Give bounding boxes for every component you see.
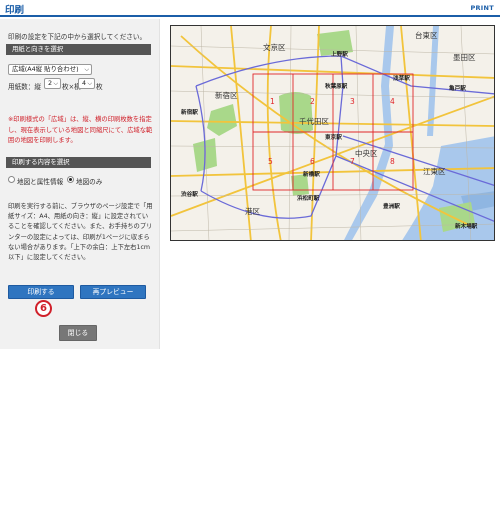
station-shinjuku: 新宿駅 [181, 108, 198, 116]
district-koto: 江東区 [423, 166, 446, 176]
station-kameido: 亀戸駅 [448, 84, 466, 92]
radio-map-and-info-label: 地図と属性情報 [17, 178, 64, 186]
station-shinkiba: 新木場駅 [455, 222, 478, 230]
chevron-down-icon: ⌵ [87, 80, 92, 87]
page-number-1: 1 [270, 97, 275, 106]
section-print-content: 印刷する内容を選択 [6, 157, 151, 168]
page-number-6: 6 [310, 157, 315, 166]
close-button[interactable]: 閉じる [59, 325, 97, 341]
station-asakusa: 浅草駅 [393, 74, 410, 82]
district-chuo: 中央区 [355, 148, 378, 158]
re-preview-button[interactable]: 再プレビュー [80, 285, 146, 299]
chevron-down-icon: ⌵ [84, 66, 89, 73]
paper-layout-value: 広域(A4縦 貼り合わせ) [12, 65, 79, 73]
page-number-5: 5 [268, 157, 273, 166]
station-shimbashi: 新橋駅 [303, 170, 320, 178]
page-title: 印刷 [5, 5, 25, 16]
page-number-8: 8 [390, 157, 395, 166]
radio-map-only[interactable] [67, 176, 74, 183]
district-taito: 台東区 [415, 30, 438, 40]
map-canvas: 1 2 3 4 5 6 7 8 文京区 新宿区 千代田区 中央区 港区 江東区 … [171, 26, 494, 240]
vertical-sheets-value: 2 [48, 79, 53, 87]
sheets-prefix: 用紙数：縦 [8, 83, 41, 91]
district-bunkyo: 文京区 [263, 42, 286, 52]
intro-text: 印刷の設定を下記の中から選択してください。 [8, 33, 147, 41]
page-number-2: 2 [310, 97, 315, 106]
print-label: PRINT [470, 4, 494, 12]
district-shinjuku: 新宿区 [215, 90, 238, 100]
printer-info-text: 印刷を実行する前に、ブラウザのページ設定で「用紙サイズ：A4、用紙の向き：縦」に… [8, 203, 153, 262]
chevron-down-icon: ⌵ [53, 80, 58, 87]
district-minato: 港区 [245, 206, 260, 216]
vertical-sheets-select[interactable]: 2 ⌵ [44, 78, 61, 89]
page-number-7: 7 [350, 157, 355, 166]
station-akihabara: 秋葉原駅 [324, 82, 348, 90]
horizontal-sheets-value: 4 [82, 79, 87, 87]
horizontal-sheets-select[interactable]: 4 ⌵ [78, 78, 95, 89]
wide-area-note: ※印刷様式の「広域」は、縦、横の印刷枚数を指定し、現在表示している地図と同縮尺に… [8, 116, 153, 144]
section-paper-orientation: 用紙と向きを選択 [6, 44, 151, 55]
station-shibuya: 渋谷駅 [181, 190, 198, 198]
district-sumida: 墨田区 [453, 53, 476, 62]
settings-panel: 印刷の設定を下記の中から選択してください。 用紙と向きを選択 広域(A4縦 貼り… [0, 19, 160, 349]
station-ueno: 上野駅 [331, 50, 348, 58]
print-button[interactable]: 印刷する [8, 285, 74, 299]
sheets-suffix: 枚 [96, 83, 103, 91]
paper-layout-select[interactable]: 広域(A4縦 貼り合わせ) ⌵ [8, 64, 92, 75]
radio-map-only-label: 地図のみ [76, 178, 103, 186]
radio-map-and-info[interactable] [8, 176, 15, 183]
print-header: 印刷 PRINT [0, 0, 500, 17]
map-preview[interactable]: 1 2 3 4 5 6 7 8 文京区 新宿区 千代田区 中央区 港区 江東区 … [170, 25, 495, 241]
page-number-4: 4 [390, 97, 395, 106]
step-marker: 6 [35, 300, 52, 317]
station-tokyo: 東京駅 [325, 133, 342, 141]
district-chiyoda: 千代田区 [299, 116, 329, 126]
station-toyosu: 豊洲駅 [383, 202, 400, 210]
page-number-3: 3 [350, 97, 355, 106]
station-hamamatsucho: 浜松町駅 [297, 194, 320, 202]
